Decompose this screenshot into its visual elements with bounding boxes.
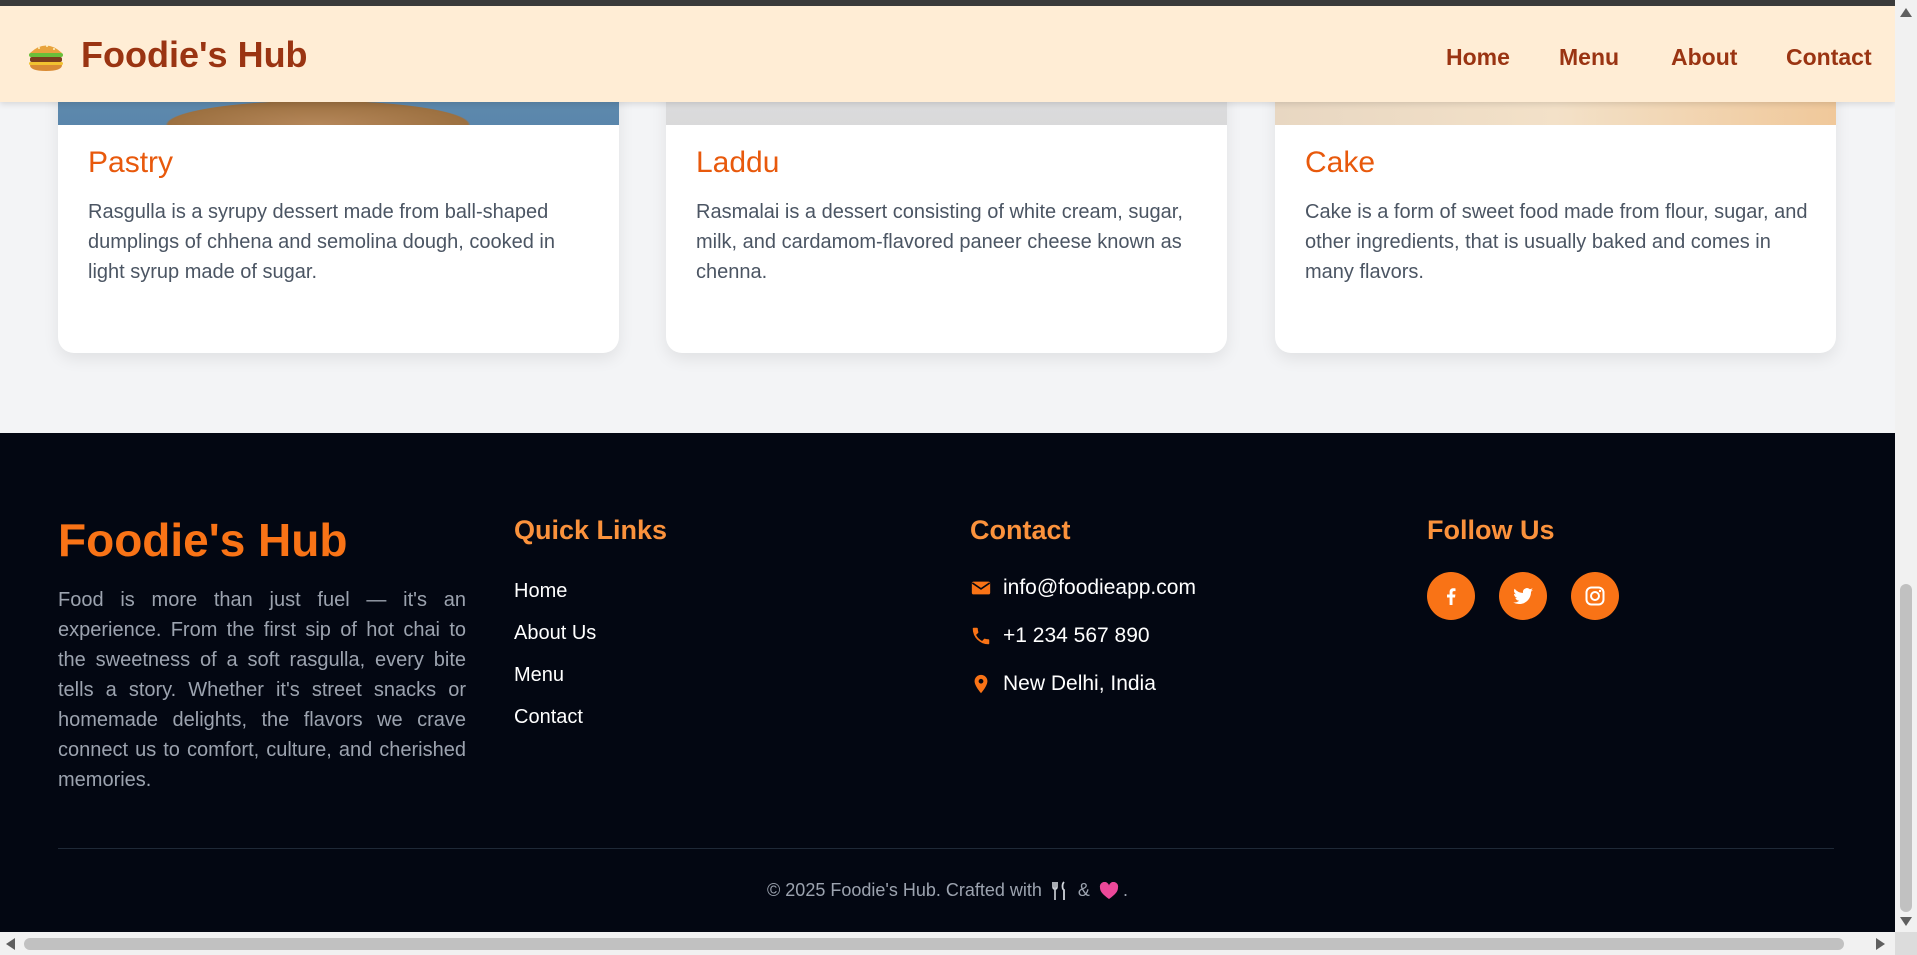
contact-email-row[interactable]: info@foodieapp.com: [970, 573, 1196, 603]
card-description: Rasmalai is a dessert consisting of whit…: [696, 201, 1183, 283]
footer-link-menu[interactable]: Menu: [514, 664, 564, 687]
card-title: Pastry: [88, 146, 174, 179]
page-viewport: Pastry Rasgulla is a syrupy dessert made…: [0, 6, 1895, 932]
facebook-icon: [1447, 588, 1456, 605]
twitter-button[interactable]: [1499, 572, 1547, 620]
footer-link-contact[interactable]: Contact: [514, 706, 583, 729]
instagram-icon: [1585, 586, 1605, 606]
vertical-scrollbar[interactable]: [1895, 0, 1917, 932]
burger-emoji-icon: [29, 45, 63, 71]
follow-us-heading: Follow Us: [1427, 515, 1555, 545]
scroll-up-arrow-icon[interactable]: [1900, 8, 1912, 17]
scroll-left-arrow-icon[interactable]: [6, 938, 15, 950]
twitter-icon: [1513, 588, 1533, 605]
instagram-button[interactable]: [1571, 572, 1619, 620]
footer-divider: [58, 848, 1834, 849]
scroll-down-arrow-icon[interactable]: [1900, 917, 1912, 926]
copyright-text: © 2025 Foodie's Hub. Crafted with & .: [0, 880, 1895, 901]
scrollbar-corner: [1895, 932, 1917, 955]
footer-link-home[interactable]: Home: [514, 580, 567, 603]
footer-about-text: Food is more than just fuel — it's an ex…: [58, 589, 466, 791]
vertical-scroll-thumb[interactable]: [1900, 584, 1912, 912]
card-description: Cake is a form of sweet food made from f…: [1305, 201, 1808, 283]
site-footer: Foodie's Hub Food is more than just fuel…: [0, 433, 1895, 932]
horizontal-scroll-thumb[interactable]: [24, 938, 1844, 950]
map-pin-icon: [974, 674, 988, 694]
nav-home[interactable]: Home: [1446, 44, 1510, 71]
quick-links-heading: Quick Links: [514, 515, 668, 545]
nav-menu[interactable]: Menu: [1559, 44, 1619, 71]
copyright-prefix: © 2025 Foodie's Hub. Crafted with: [767, 880, 1042, 900]
contact-phone-row[interactable]: +1 234 567 890: [970, 621, 1150, 651]
horizontal-scrollbar[interactable]: [0, 932, 1895, 955]
contact-email[interactable]: info@foodieapp.com: [1003, 576, 1196, 600]
nav-contact[interactable]: Contact: [1786, 44, 1872, 71]
scroll-right-arrow-icon[interactable]: [1876, 938, 1885, 950]
card-title: Laddu: [696, 146, 780, 179]
site-header: Foodie's Hub Home Menu About Contact: [0, 6, 1895, 102]
fork-knife-icon: [1052, 881, 1065, 901]
copyright-ampersand: &: [1077, 880, 1090, 900]
facebook-button[interactable]: [1427, 572, 1475, 620]
contact-location: New Delhi, India: [1003, 672, 1156, 695]
contact-heading: Contact: [970, 515, 1071, 545]
footer-link-about-us[interactable]: About Us: [514, 622, 596, 645]
heart-icon: [1099, 882, 1119, 900]
nav-about[interactable]: About: [1671, 44, 1737, 71]
copyright-suffix: .: [1122, 880, 1128, 900]
card-description: Rasgulla is a syrupy dessert made from b…: [88, 201, 555, 283]
card-title: Cake: [1305, 146, 1376, 179]
footer-brand: Foodie's Hub: [58, 514, 348, 566]
contact-phone[interactable]: +1 234 567 890: [1003, 624, 1150, 648]
contact-location-row: New Delhi, India: [970, 669, 1156, 699]
envelope-icon: [971, 581, 991, 595]
brand-logo-text[interactable]: Foodie's Hub: [81, 34, 308, 76]
phone-icon: [972, 627, 990, 645]
